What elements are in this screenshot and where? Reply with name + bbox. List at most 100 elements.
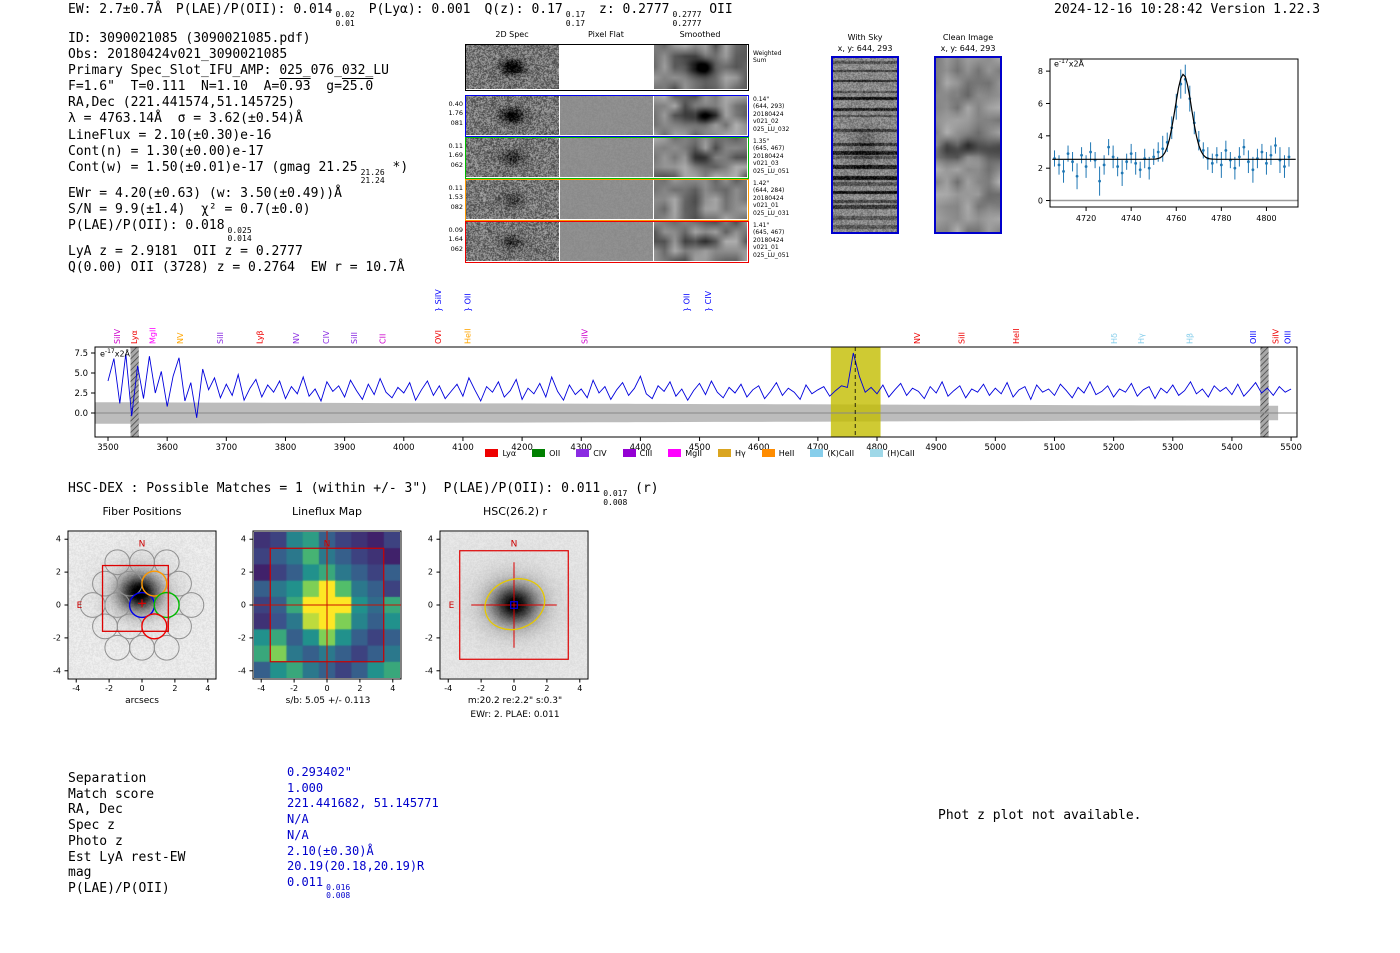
emission-label-SiIV: SiIV xyxy=(1272,328,1281,344)
svg-text:2: 2 xyxy=(241,568,246,577)
svg-text:5100: 5100 xyxy=(1044,443,1066,453)
lineflux-caption: s/b: 5.05 +/- 0.113 xyxy=(285,696,371,706)
svg-text:8: 8 xyxy=(1038,67,1043,76)
svg-text:4500: 4500 xyxy=(689,443,711,453)
emission-label-HeII: HeII xyxy=(464,328,473,344)
svg-text:-2: -2 xyxy=(290,684,298,693)
match-row-label: Spec z xyxy=(68,818,115,834)
match-row-2: RA, Dec 221.441682, 51.145771 xyxy=(68,796,439,818)
summary-z-limits: 0.2777 0.2777 xyxy=(672,10,702,28)
pixelflat-image-row1 xyxy=(560,96,653,135)
col-header-smoothed: Smoothed xyxy=(679,30,721,39)
svg-text:6: 6 xyxy=(1038,99,1043,108)
emission-label-Lyβ: Lyβ xyxy=(255,330,264,344)
pixelflat-image-row3 xyxy=(560,180,653,219)
cutout-row-0 xyxy=(465,44,749,91)
svg-text:0: 0 xyxy=(56,600,61,609)
emission-label-NV: NV xyxy=(292,332,301,344)
info-line-2: Primary Spec_Slot_IFU_AMP: 025_076_032_L… xyxy=(68,63,389,79)
match-row-6: mag 20.19(20.18,20.19)R xyxy=(68,859,439,881)
fit-flux-units: e-17x2Å xyxy=(1054,58,1085,69)
match-row-label: Photo z xyxy=(68,833,123,849)
pixelflat-image-row4 xyxy=(560,222,653,261)
cutout-row-meta-1: 0.14" (644, 293) 20180424 v021_02 025_LU_032 xyxy=(753,96,790,133)
fiber-positions-title: Fiber Positions xyxy=(102,505,182,518)
svg-text:2: 2 xyxy=(544,684,549,693)
compass-north: N xyxy=(324,539,331,549)
svg-text:-4: -4 xyxy=(238,666,246,675)
pixelflat-image-row2 xyxy=(560,138,653,177)
summary-ew: EW: 2.7±0.7Å xyxy=(68,2,162,17)
svg-text:0: 0 xyxy=(428,600,433,609)
spec2d-image-row3 xyxy=(466,180,559,219)
svg-text:2.5: 2.5 xyxy=(74,389,88,399)
emission-label-OII: } OII xyxy=(682,293,691,312)
svg-text:-4: -4 xyxy=(53,666,61,675)
svg-text:3500: 3500 xyxy=(97,443,119,453)
cutout-row-weights-4: 0.09 1.64 062 xyxy=(448,226,463,253)
col-header-pixel-flat: Pixel Flat xyxy=(588,30,624,39)
svg-text:4: 4 xyxy=(577,684,582,693)
svg-text:4400: 4400 xyxy=(630,443,652,453)
svg-text:-4: -4 xyxy=(257,684,265,693)
summary-plae-limits: 0.02 0.01 xyxy=(335,10,355,28)
weighted-sum-label: Weighted Sum xyxy=(753,50,782,65)
svg-text:4: 4 xyxy=(428,535,433,544)
spec2d-cutout-grid: 2D Spec Pixel Flat Smoothed Weighted Sum … xyxy=(443,30,823,270)
emission-label-Hγ: Hγ xyxy=(1137,333,1146,344)
withsky-title: With Sky xyxy=(847,33,883,42)
compass-north: N xyxy=(511,539,518,549)
clean-title: Clean Image xyxy=(942,33,994,42)
info-line-7: Cont(n) = 1.30(±0.00)e-17 xyxy=(68,143,264,159)
info-line-4: RA,Dec (221.441574,51.145725) xyxy=(68,95,295,111)
cutout-row-meta-2: 1.35" (645, 467) 20180424 v021_03 025_LU_051 xyxy=(753,138,790,175)
emission-label-NV: NV xyxy=(913,332,922,344)
svg-text:0: 0 xyxy=(324,684,329,693)
svg-text:3700: 3700 xyxy=(216,443,238,453)
svg-text:4000: 4000 xyxy=(393,443,415,453)
emission-label-SiIV: SiIV xyxy=(113,328,122,344)
clean-image xyxy=(936,58,1000,232)
svg-text:4: 4 xyxy=(1038,132,1043,141)
withsky-image xyxy=(833,58,897,232)
match-row-7: P(LAE)/P(OII) 0.011 0.016 0.008 xyxy=(68,875,439,907)
svg-text:4100: 4100 xyxy=(452,443,474,453)
match-row-label: RA, Dec xyxy=(68,802,123,818)
cutout-row-2 xyxy=(465,137,749,179)
svg-text:-2: -2 xyxy=(477,684,485,693)
emission-label-CII: CII xyxy=(378,334,387,344)
info-line-9: EWr = 4.20(±0.63) (w: 3.50(±0.49))Å xyxy=(68,185,342,201)
smoothed-image-row4 xyxy=(654,222,747,261)
match-row-label: Separation xyxy=(68,771,147,786)
info-line-10: S/N = 9.9(±1.4) χ² = 0.7(±0.0) xyxy=(68,201,311,217)
emission-label-Hδ: Hδ xyxy=(1110,333,1119,344)
cutout-row-weights-1: 0.40 1.76 081 xyxy=(448,100,463,127)
hsc-caption-1: m:20.2 re:2.2" s:0.3" xyxy=(467,696,563,706)
range-limits: 0.016 0.008 xyxy=(326,882,351,901)
info-line-5: λ = 4763.14Å σ = 3.62(±0.54)Å xyxy=(68,111,303,127)
pixelflat-image-row0 xyxy=(560,45,653,89)
withsky-coords: x, y: 644, 293 xyxy=(837,44,893,53)
match-table: Separation 0.293402" Match score 1.000 RA, D… xyxy=(68,765,439,907)
info-line-12: LyA z = 2.9181 OII z = 0.2777 xyxy=(68,243,303,259)
svg-text:4900: 4900 xyxy=(925,443,947,453)
svg-text:4800: 4800 xyxy=(1256,214,1276,223)
cutout-row-meta-4: 1.41" (645, 467) 20180424 v021_01 025_LU_051 xyxy=(753,222,790,259)
svg-text:0: 0 xyxy=(511,684,516,693)
svg-text:2: 2 xyxy=(1038,164,1043,173)
emission-label-SiII: SiII xyxy=(216,332,225,344)
svg-text:0: 0 xyxy=(139,684,144,693)
lineflux-map-title: Lineflux Map xyxy=(291,505,363,518)
svg-text:2: 2 xyxy=(428,568,433,577)
hsc-dex-limits: 0.017 0.008 xyxy=(603,489,628,507)
fiber-positions-plot: -4 -4 -2 -2 0 0 2 2 4 4 N E xyxy=(53,530,217,693)
elixer-report: EW: 2.7±0.7Å P(LAE)/P(OII): 0.014 0.02 0.01… xyxy=(0,0,1400,953)
svg-text:-2: -2 xyxy=(53,633,61,642)
range-limits: 0.025 0.014 xyxy=(227,225,252,244)
svg-text:-2: -2 xyxy=(238,633,246,642)
compass-east: E xyxy=(77,601,83,611)
svg-text:0: 0 xyxy=(1038,197,1043,206)
emission-label-Lyα: Lyα xyxy=(130,330,139,344)
cutout-row-1 xyxy=(465,95,749,137)
summary-line: EW: 2.7±0.7Å P(LAE)/P(OII): 0.014 0.02 0.01… xyxy=(68,2,733,28)
